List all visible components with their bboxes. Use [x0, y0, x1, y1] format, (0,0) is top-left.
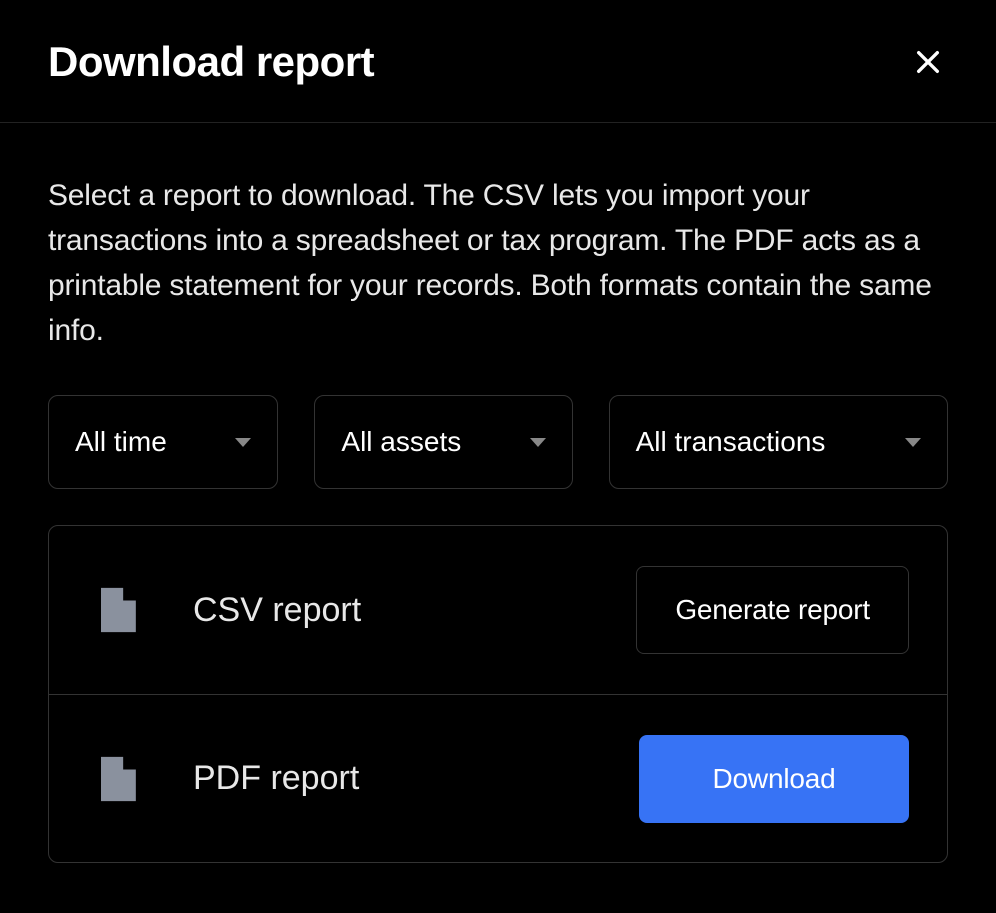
csv-report-row: CSV report Generate report — [49, 526, 947, 694]
filter-row: All time All assets All transactions — [48, 395, 948, 489]
close-icon — [912, 46, 944, 78]
pdf-report-row: PDF report Download — [49, 694, 947, 862]
time-filter-dropdown[interactable]: All time — [48, 395, 278, 489]
modal-content: Select a report to download. The CSV let… — [0, 123, 996, 913]
time-filter-label: All time — [75, 426, 167, 458]
chevron-down-icon — [235, 438, 251, 447]
pdf-report-label: PDF report — [193, 759, 359, 798]
chevron-down-icon — [905, 438, 921, 447]
close-button[interactable] — [908, 42, 948, 82]
description-text: Select a report to download. The CSV let… — [48, 173, 948, 353]
assets-filter-dropdown[interactable]: All assets — [314, 395, 572, 489]
transactions-filter-label: All transactions — [636, 426, 826, 458]
modal-header: Download report — [0, 0, 996, 123]
download-button[interactable]: Download — [639, 735, 909, 823]
file-icon — [101, 587, 139, 633]
generate-report-button[interactable]: Generate report — [636, 566, 909, 654]
transactions-filter-dropdown[interactable]: All transactions — [609, 395, 948, 489]
chevron-down-icon — [530, 438, 546, 447]
assets-filter-label: All assets — [341, 426, 461, 458]
csv-report-info: CSV report — [101, 587, 361, 633]
download-report-modal: Download report Select a report to downl… — [0, 0, 996, 898]
modal-title: Download report — [48, 38, 374, 86]
report-list: CSV report Generate report PDF report Do… — [48, 525, 948, 863]
pdf-report-info: PDF report — [101, 756, 359, 802]
file-icon — [101, 756, 139, 802]
csv-report-label: CSV report — [193, 591, 361, 630]
